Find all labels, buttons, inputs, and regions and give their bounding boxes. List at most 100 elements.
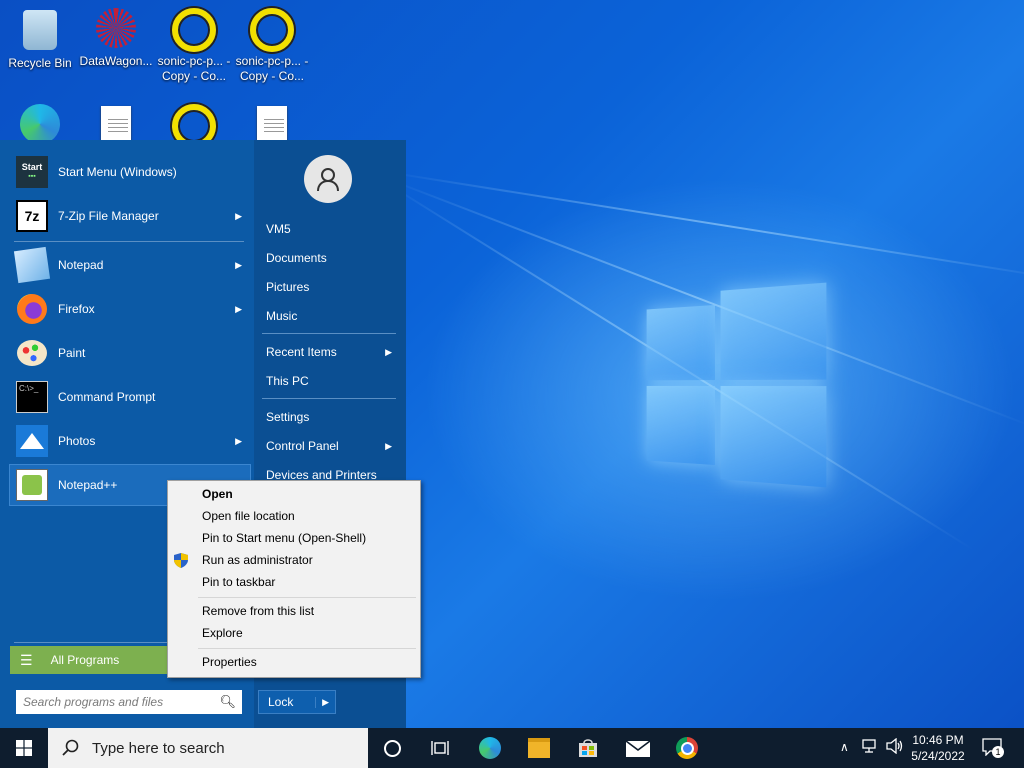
programs-separator [14,241,244,242]
ctx-pin-to-taskbar[interactable]: Pin to taskbar [202,575,275,589]
search-icon [62,739,79,756]
7zip-icon: 7z [16,200,48,232]
ctx-properties[interactable]: Properties [202,655,257,669]
ctx-separator [198,597,416,598]
wallpaper-windows-logo [646,282,827,488]
firefox-icon [16,293,48,325]
volume-icon[interactable] [886,737,904,757]
program-firefox[interactable]: Firefox ▶ [10,289,250,329]
lock-options-chevron-icon[interactable]: ▶ [315,696,335,708]
datawagon-icon [94,8,138,52]
ctx-open-file-location[interactable]: Open file location [202,509,295,523]
start-item-pictures[interactable]: Pictures [266,280,309,294]
uac-shield-icon [174,553,188,568]
submenu-arrow-icon: ▶ [235,303,242,314]
edge-icon[interactable] [478,736,502,760]
desktop-icon-label: sonic-pc-p... - Copy - Co... [157,54,231,83]
program-paint[interactable]: Paint [10,333,250,373]
program-photos[interactable]: Photos ▶ [10,421,250,461]
ctx-explore[interactable]: Explore [202,626,243,640]
desktop-icon-datawagon[interactable]: DataWagon... [78,8,154,69]
ctx-pin-to-start[interactable]: Pin to Start menu (Open-Shell) [202,531,366,545]
ring-icon [172,8,216,52]
program-command-prompt[interactable]: C:\>_ Command Prompt [10,377,250,417]
windows-logo-icon [16,740,32,756]
program-label: Paint [58,346,86,360]
start-search-input[interactable]: Search programs and files 🔍︎ [16,690,242,714]
start-item-documents[interactable]: Documents [266,251,327,265]
taskbar: Type here to search ∧ 10:46 PM 5/24/2022… [0,728,1024,768]
clock[interactable]: 10:46 PM 5/24/2022 [906,732,970,764]
notepadpp-icon [16,469,48,501]
network-icon[interactable] [862,738,880,757]
program-label: Notepad [58,258,104,272]
task-view-icon[interactable] [428,736,452,760]
ctx-separator [198,648,416,649]
user-avatar[interactable] [304,155,352,203]
submenu-arrow-icon: ▶ [385,347,392,357]
ctx-run-as-administrator[interactable]: Run as administrator [202,553,313,567]
command-prompt-icon: C:\>_ [16,381,48,413]
wallpaper-ray [379,170,1024,282]
program-label: Firefox [58,302,95,316]
program-label: Start Menu (Windows) [58,165,177,179]
recent-items-label: Recent Items [266,345,337,359]
desktop-icon-recycle-bin[interactable]: Recycle Bin [2,8,78,71]
ring-icon [250,8,294,52]
start-menu-icon: Start ▪▪▪ [16,156,48,188]
program-label: Notepad++ [58,478,118,492]
right-separator [262,333,396,334]
ctx-open[interactable]: Open [202,487,233,501]
taskbar-search-placeholder: Type here to search [92,739,225,757]
start-item-recent-items[interactable]: Recent Items ▶ [266,345,392,359]
start-item-this-pc[interactable]: This PC [266,374,309,388]
program-label: Command Prompt [58,390,156,404]
ctx-remove-from-list[interactable]: Remove from this list [202,604,314,618]
program-notepad[interactable]: Notepad ▶ [10,245,250,285]
desktop-icon-label: Recycle Bin [8,56,72,70]
program-label: 7-Zip File Manager [58,209,159,223]
user-icon [317,168,339,192]
lock-button[interactable]: Lock ▶ [258,690,336,714]
submenu-arrow-icon: ▶ [235,210,242,221]
start-button[interactable] [0,728,48,768]
notepad-icon [13,246,51,284]
cortana-icon[interactable] [380,736,404,760]
start-item-settings[interactable]: Settings [266,410,309,424]
start-search-placeholder: Search programs and files [23,695,164,709]
control-panel-label: Control Panel [266,439,339,453]
desktop-icon-sonic-copy-2[interactable]: sonic-pc-p... - Copy - Co... [234,8,310,84]
chrome-icon[interactable] [675,736,699,760]
all-programs-label: All Programs [50,653,120,667]
photos-icon [16,425,48,457]
lock-label: Lock [268,695,294,709]
taskbar-search-box[interactable]: Type here to search [48,728,368,768]
start-icon-text: Start [21,162,43,172]
recycle-bin-icon [18,10,62,54]
start-item-vm5[interactable]: VM5 [266,222,291,236]
clock-date: 5/24/2022 [911,749,965,763]
program-7zip[interactable]: 7z 7-Zip File Manager ▶ [10,196,250,236]
desktop-icon-sonic-copy-1[interactable]: sonic-pc-p... - Copy - Co... [156,8,232,84]
start-item-music[interactable]: Music [266,309,297,323]
start-item-control-panel[interactable]: Control Panel ▶ [266,439,392,453]
list-icon: ☰ [20,651,33,668]
program-label: Photos [58,434,96,448]
desktop-icon-label: sonic-pc-p... - Copy - Co... [235,54,309,83]
store-icon[interactable] [576,736,600,760]
clock-time: 10:46 PM [912,733,964,747]
paint-icon [16,337,48,369]
search-icon: 🔍︎ [219,694,236,709]
mail-icon[interactable] [626,736,650,760]
program-start-menu-windows[interactable]: Start ▪▪▪ Start Menu (Windows) [10,152,250,192]
notification-count-badge: 1 [992,746,1004,758]
submenu-arrow-icon: ▶ [235,259,242,270]
notification-center-button[interactable]: 1 [982,738,1004,759]
show-hidden-icons-chevron-icon[interactable]: ∧ [840,740,849,754]
desktop-icon-label: DataWagon... [79,54,153,68]
context-menu: Open Open file location Pin to Start men… [167,480,421,678]
file-explorer-icon[interactable] [527,736,551,760]
right-separator [262,398,396,399]
submenu-arrow-icon: ▶ [385,441,392,451]
submenu-arrow-icon: ▶ [235,435,242,446]
